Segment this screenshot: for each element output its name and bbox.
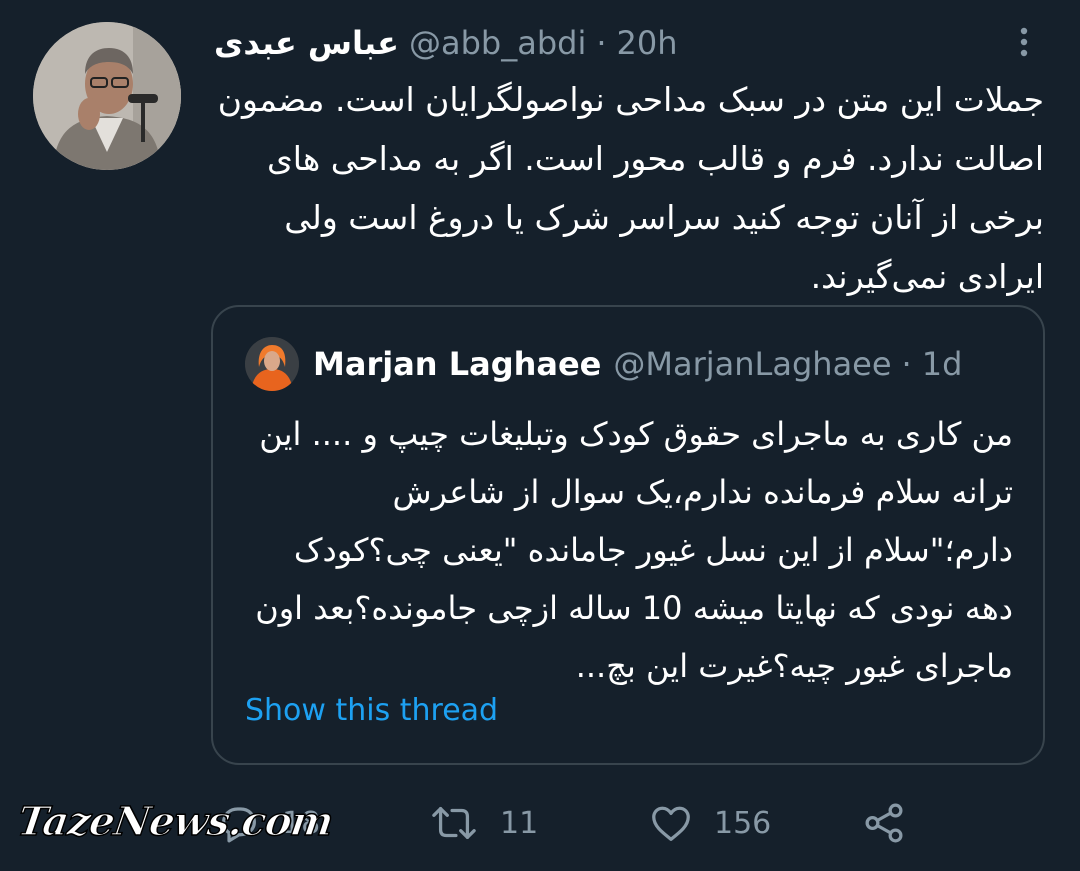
watermark-logo: TazeNews.com [14,797,336,846]
more-vertical-icon[interactable] [1004,22,1044,62]
like-button[interactable]: 156 [648,798,771,848]
quoted-author-handle[interactable]: @MarjanLaghaee [613,345,891,383]
retweet-count: 11 [500,805,539,841]
author-name[interactable]: عباس عبدی [214,24,399,62]
tweet-header: عباس عبدی @abb_abdi · 20h [214,20,678,66]
tweet-text: جملات این متن در سبک مداحی نواصولگرایان … [217,80,1044,296]
retweet-icon [428,800,480,846]
avatar-photo [33,22,181,170]
share-icon [861,800,907,846]
like-count: 156 [714,805,772,841]
quoted-author-avatar [245,337,299,391]
quoted-author-name[interactable]: Marjan Laghaee [313,345,601,383]
quoted-tweet-text: من کاری به ماجرای حقوق کودک وتبلیغات چیپ… [255,415,1013,685]
quoted-tweet-header: Marjan Laghaee @MarjanLaghaee · 1d [313,339,962,389]
show-thread-link[interactable]: Show this thread [245,693,498,728]
header-separator: · [596,24,607,62]
tweet-time[interactable]: 20h [617,24,678,62]
quoted-tweet-card[interactable]: Marjan Laghaee @MarjanLaghaee · 1d من کا… [211,305,1045,765]
author-handle[interactable]: @abb_abdi [409,24,586,62]
quoted-header-separator: · [901,345,912,383]
author-avatar[interactable] [33,22,181,170]
retweet-button[interactable]: 11 [428,798,538,848]
like-icon [648,800,694,846]
quoted-tweet-time[interactable]: 1d [922,345,963,383]
quoted-avatar-photo [245,337,299,391]
share-button[interactable] [861,798,907,848]
